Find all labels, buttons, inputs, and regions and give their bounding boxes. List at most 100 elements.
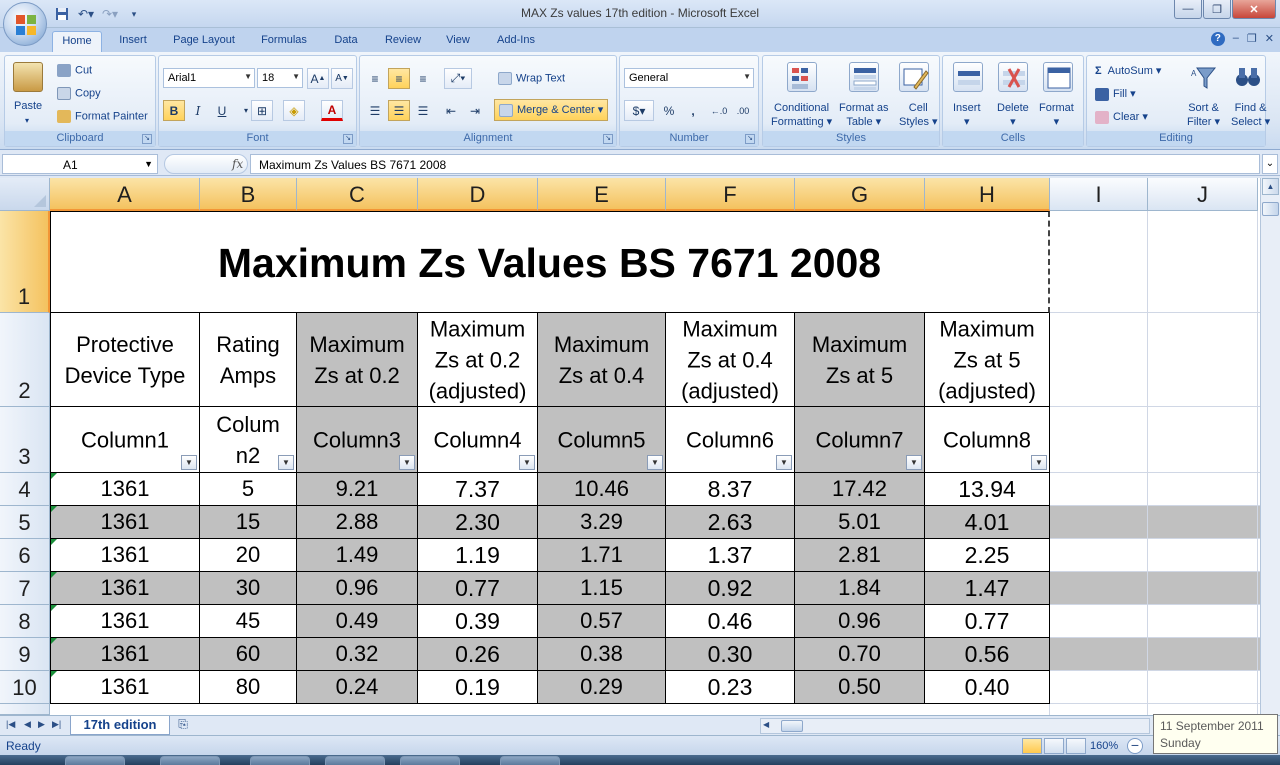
row-header-1[interactable]: 1 xyxy=(0,211,50,313)
align-left-icon[interactable]: ☰ xyxy=(364,100,386,121)
header-cell[interactable]: Maximum Zs at 0.4 (adjusted) xyxy=(666,313,795,407)
insert-function-button[interactable]: fx xyxy=(232,157,243,171)
clear-button[interactable]: Clear ▾ xyxy=(1095,110,1148,124)
font-name-combo[interactable]: Arial1 ▼ xyxy=(163,68,255,88)
cell-styles-icon[interactable] xyxy=(899,62,929,92)
increase-decimal-icon[interactable]: ←.0 xyxy=(708,100,730,121)
column-header-g[interactable]: G xyxy=(795,178,925,211)
data-cell[interactable]: 2.63 xyxy=(666,506,795,539)
tab-insert[interactable]: Insert xyxy=(110,31,156,52)
font-color-icon[interactable]: A xyxy=(321,100,343,121)
align-top-icon[interactable]: ≡ xyxy=(364,68,386,89)
name-box[interactable]: A1 ▼ xyxy=(2,154,158,174)
column-header-j[interactable]: J xyxy=(1148,178,1258,211)
data-cell[interactable]: 0.26 xyxy=(418,638,538,671)
scroll-up-icon[interactable]: ▲ xyxy=(1262,178,1279,195)
row-header-9[interactable]: 9 xyxy=(0,638,50,671)
data-cell[interactable]: 1361 xyxy=(50,539,200,572)
column-header-e[interactable]: E xyxy=(538,178,666,211)
ribbon-restore-icon[interactable]: ❐ xyxy=(1247,32,1257,46)
data-cell[interactable]: 0.92 xyxy=(666,572,795,605)
data-cell[interactable]: 5 xyxy=(200,473,297,506)
header-cell[interactable]: Maximum Zs at 5 (adjusted) xyxy=(925,313,1050,407)
data-cell[interactable]: 1361 xyxy=(50,671,200,704)
data-cell[interactable]: 0.40 xyxy=(925,671,1050,704)
table-column-header[interactable]: Column8 ▼ xyxy=(925,407,1050,473)
data-cell[interactable]: 0.46 xyxy=(666,605,795,638)
insert-sheet-icon[interactable]: ⎘ xyxy=(170,717,196,734)
find-select-button[interactable]: Find & Select ▾ xyxy=(1231,101,1270,129)
data-cell[interactable]: 9.21 xyxy=(297,473,418,506)
insert-button[interactable]: Insert ▾ xyxy=(953,101,981,129)
data-cell[interactable]: 7.37 xyxy=(418,473,538,506)
data-cell[interactable]: 10.46 xyxy=(538,473,666,506)
column-header-c[interactable]: C xyxy=(297,178,418,211)
paste-dropdown-icon[interactable]: ▾ xyxy=(25,116,29,125)
select-all-corner[interactable] xyxy=(0,178,50,211)
data-cell[interactable]: 0.57 xyxy=(538,605,666,638)
data-cell[interactable]: 0.77 xyxy=(418,572,538,605)
page-layout-view-icon[interactable] xyxy=(1044,738,1064,754)
column-header-a[interactable]: A xyxy=(50,178,200,211)
data-cell[interactable]: 5.01 xyxy=(795,506,925,539)
merge-center-button[interactable]: Merge & Center ▾ xyxy=(494,99,609,121)
font-size-combo[interactable]: 18 ▼ xyxy=(257,68,303,88)
data-cell[interactable]: 17.42 xyxy=(795,473,925,506)
data-cell[interactable]: 2.88 xyxy=(297,506,418,539)
copy-button[interactable]: Copy xyxy=(57,87,101,100)
grow-font-icon[interactable]: A ▲ xyxy=(307,68,329,89)
column-header-d[interactable]: D xyxy=(418,178,538,211)
worksheet-grid[interactable]: ABCDEFGHIJ 1 2 3 4 5 6 7 8 9 10 Maximum Zs Values… xyxy=(0,178,1280,715)
table-column-header[interactable]: Column7 ▼ xyxy=(795,407,925,473)
data-cell[interactable]: 0.56 xyxy=(925,638,1050,671)
font-launcher-icon[interactable]: ↘ xyxy=(343,134,353,144)
align-bottom-icon[interactable]: ≡ xyxy=(412,68,434,89)
data-cell[interactable]: 0.24 xyxy=(297,671,418,704)
help-icon[interactable]: ? xyxy=(1210,32,1225,46)
data-cell[interactable]: 0.50 xyxy=(795,671,925,704)
data-cell[interactable]: 0.96 xyxy=(297,572,418,605)
data-cell[interactable]: 0.70 xyxy=(795,638,925,671)
clipboard-launcher-icon[interactable]: ↘ xyxy=(142,134,152,144)
data-cell[interactable]: 1.19 xyxy=(418,539,538,572)
alignment-launcher-icon[interactable]: ↘ xyxy=(603,134,613,144)
row-header-7[interactable]: 7 xyxy=(0,572,50,605)
filter-dropdown-icon[interactable]: ▼ xyxy=(181,455,197,470)
conditional-formatting-button[interactable]: Conditional Formatting ▾ xyxy=(771,101,832,129)
align-right-icon[interactable]: ☰ xyxy=(412,100,434,121)
sheet-tab-17th-edition[interactable]: 17th edition xyxy=(70,716,170,735)
header-cell[interactable]: Maximum Zs at 0.4 xyxy=(538,313,666,407)
data-cell[interactable]: 1.71 xyxy=(538,539,666,572)
data-cell[interactable]: 2.30 xyxy=(418,506,538,539)
decrease-indent-icon[interactable]: ⇤ xyxy=(440,100,462,121)
ribbon-minimize-icon[interactable]: – xyxy=(1233,32,1239,46)
borders-icon[interactable]: ⊞ xyxy=(251,100,273,121)
tab-page-layout[interactable]: Page Layout xyxy=(164,31,244,52)
taskbar-item[interactable] xyxy=(500,756,560,765)
taskbar-item[interactable] xyxy=(160,756,220,765)
normal-view-icon[interactable] xyxy=(1022,738,1042,754)
ribbon-close-icon[interactable]: ✕ xyxy=(1265,32,1274,46)
taskbar-item[interactable] xyxy=(325,756,385,765)
format-button[interactable]: Format ▾ xyxy=(1039,101,1074,129)
cut-button[interactable]: Cut xyxy=(57,64,92,77)
horizontal-scroll-thumb[interactable] xyxy=(781,720,803,732)
data-cell[interactable]: 1361 xyxy=(50,572,200,605)
taskbar-item[interactable] xyxy=(65,756,125,765)
data-cell[interactable]: 60 xyxy=(200,638,297,671)
zoom-out-icon[interactable]: − xyxy=(1127,738,1143,754)
column-header-f[interactable]: F xyxy=(666,178,795,211)
insert-cells-icon[interactable] xyxy=(953,62,983,92)
number-format-combo[interactable]: General ▼ xyxy=(624,68,754,88)
row-header-4[interactable]: 4 xyxy=(0,473,50,506)
format-as-table-icon[interactable] xyxy=(849,62,879,92)
wrap-text-button[interactable]: Wrap Text xyxy=(498,72,565,85)
data-cell[interactable]: 0.77 xyxy=(925,605,1050,638)
office-button[interactable] xyxy=(3,2,47,46)
format-as-table-button[interactable]: Format as Table ▾ xyxy=(839,101,889,129)
comma-button[interactable]: , xyxy=(682,100,704,121)
currency-icon[interactable]: $▾ xyxy=(624,100,654,121)
vertical-scrollbar[interactable]: ▲ xyxy=(1260,178,1280,715)
filter-dropdown-icon[interactable]: ▼ xyxy=(278,455,294,470)
minimize-icon[interactable]: — xyxy=(1174,0,1202,19)
